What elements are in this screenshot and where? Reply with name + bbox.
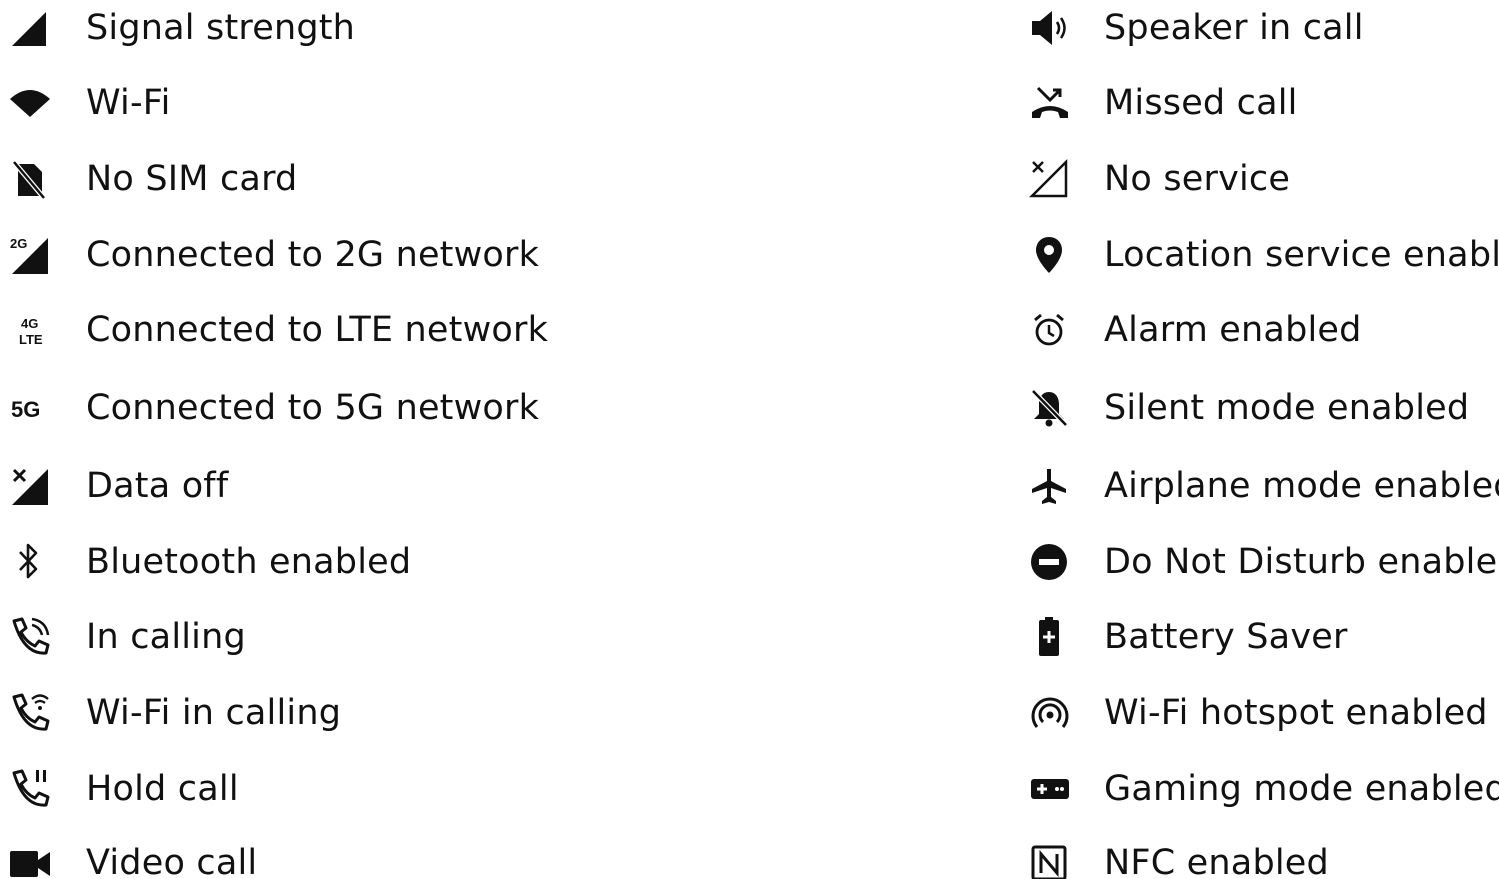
location-pin-icon — [1028, 232, 1076, 278]
legend-label: NFC enabled — [1104, 843, 1329, 879]
signal-strength-icon — [8, 5, 56, 51]
legend-label: No service — [1104, 159, 1291, 199]
legend-label: Speaker in call — [1104, 8, 1364, 48]
legend-label: Location service enabled — [1104, 235, 1499, 275]
legend-label: Battery Saver — [1104, 617, 1348, 657]
svg-text:4G: 4G — [21, 316, 38, 331]
legend-label: Wi-Fi hotspot enabled — [1104, 693, 1488, 733]
battery-saver-icon — [1028, 614, 1076, 660]
network-2g-icon: 2G — [8, 232, 56, 278]
legend-label: Data off — [86, 466, 229, 506]
legend-label: No SIM card — [86, 159, 298, 199]
network-5g-icon: 5G — [8, 385, 56, 431]
legend-label: Silent mode enabled — [1104, 388, 1470, 428]
svg-text:LTE: LTE — [19, 332, 43, 347]
bluetooth-icon — [8, 539, 56, 585]
video-call-icon — [8, 840, 56, 879]
do-not-disturb-icon — [1028, 539, 1076, 585]
legend-label: Airplane mode enabled — [1104, 466, 1499, 506]
legend-label: Bluetooth enabled — [86, 542, 412, 582]
legend-label: In calling — [86, 617, 246, 657]
hold-call-icon — [8, 766, 56, 812]
speaker-icon — [1028, 5, 1076, 51]
missed-call-icon — [1028, 80, 1076, 126]
in-call-icon — [8, 614, 56, 660]
legend-label: Connected to 5G network — [86, 388, 540, 428]
legend-label: Missed call — [1104, 83, 1298, 123]
alarm-clock-icon — [1028, 307, 1076, 353]
airplane-icon — [1028, 463, 1076, 509]
no-sim-card-icon — [8, 156, 56, 202]
legend-label: Wi-Fi — [86, 83, 171, 123]
legend-label: Video call — [86, 843, 258, 879]
data-off-icon — [8, 463, 56, 509]
gamepad-icon — [1028, 766, 1076, 812]
legend-label: Hold call — [86, 769, 239, 809]
legend-label: Wi-Fi in calling — [86, 693, 342, 733]
bell-off-icon — [1028, 385, 1076, 431]
svg-text:5G: 5G — [11, 397, 40, 422]
hotspot-icon — [1028, 690, 1076, 736]
legend-label: Gaming mode enabled — [1104, 769, 1499, 809]
network-4g-lte-icon: 4G LTE — [8, 307, 56, 353]
nfc-icon — [1028, 840, 1076, 879]
legend-label: Do Not Disturb enabled — [1104, 542, 1499, 582]
legend-label: Connected to LTE network — [86, 310, 549, 350]
svg-text:2G: 2G — [10, 236, 27, 251]
legend-label: Connected to 2G network — [86, 235, 540, 275]
no-service-icon — [1028, 156, 1076, 202]
legend-label: Signal strength — [86, 8, 356, 48]
legend-label: Alarm enabled — [1104, 310, 1362, 350]
wifi-calling-icon — [8, 690, 56, 736]
wifi-icon — [8, 80, 56, 126]
